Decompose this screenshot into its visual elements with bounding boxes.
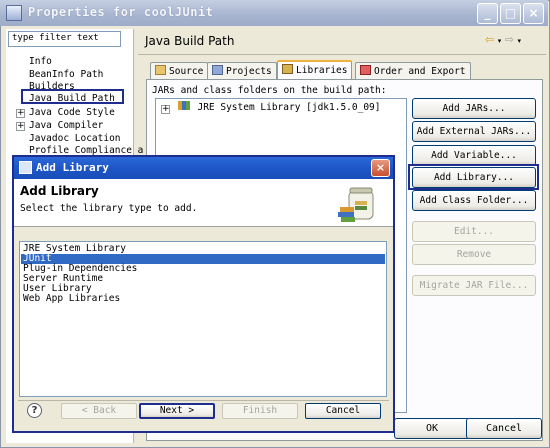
dialog-window-icon (19, 161, 32, 174)
forward-arrow-icon[interactable]: ⇨ (505, 33, 514, 46)
tab-libraries[interactable]: Libraries (277, 60, 353, 80)
add-external-jars-button[interactable]: Add External JARs... (412, 121, 536, 142)
window-title: Properties for coolJUnit (28, 5, 214, 19)
expand-icon[interactable]: + (16, 122, 25, 131)
tree-item-jre-system-library[interactable]: + JRE System Library [jdk1.5.0_09] (161, 101, 381, 114)
add-class-folder-button[interactable]: Add Class Folder... (412, 190, 536, 211)
maximize-icon[interactable]: □ (500, 3, 521, 24)
library-jar-icon (335, 187, 383, 223)
tab-projects[interactable]: Projects (207, 62, 277, 79)
expand-icon[interactable]: + (16, 109, 25, 118)
add-library-button[interactable]: Add Library... (412, 167, 536, 188)
filter-input[interactable]: type filter text (8, 31, 121, 47)
banner-divider (14, 226, 393, 227)
close-icon[interactable]: × (371, 159, 390, 177)
expand-icon[interactable]: + (161, 105, 170, 114)
ok-button[interactable]: OK (394, 418, 470, 439)
dialog-title: Add Library (36, 161, 109, 174)
list-item-jre-system-library[interactable]: JRE System Library (21, 244, 385, 254)
source-folder-icon (155, 65, 166, 75)
edit-button[interactable]: Edit... (412, 221, 536, 242)
header-divider (138, 54, 546, 55)
sidebar-item-java-compiler[interactable]: Java Compiler (29, 120, 103, 132)
dialog-heading: Add Library (20, 184, 99, 198)
tab-order-and-export[interactable]: Order and Export (355, 62, 471, 79)
selected-item-highlight (21, 89, 124, 104)
jars-label: JARs and class folders on the build path… (152, 85, 387, 96)
libraries-icon (282, 64, 293, 74)
order-export-icon (360, 65, 371, 75)
cancel-button[interactable]: Cancel (466, 418, 542, 439)
tree-item-label: JRE System Library [jdk1.5.0_09] (197, 102, 381, 113)
sidebar-item-javadoc-location[interactable]: Javadoc Location (29, 133, 121, 145)
close-icon[interactable]: × (523, 3, 544, 24)
dropdown-icon[interactable]: ▾ (498, 37, 502, 45)
tab-source[interactable]: Source (150, 62, 209, 79)
dialog-cancel-button[interactable]: Cancel (305, 403, 381, 419)
projects-icon (212, 65, 223, 75)
page-title: Java Build Path (145, 34, 235, 48)
finish-button[interactable]: Finish (222, 403, 298, 419)
minimize-icon[interactable]: _ (477, 3, 498, 24)
remove-button[interactable]: Remove (412, 244, 536, 265)
sidebar-item-info[interactable]: Info (29, 56, 52, 68)
help-icon[interactable]: ? (27, 403, 42, 418)
dialog-description: Select the library type to add. (20, 203, 198, 214)
back-button[interactable]: < Back (61, 403, 137, 419)
sidebar-item-java-code-style[interactable]: Java Code Style (29, 107, 115, 119)
back-arrow-icon[interactable]: ⇦ (485, 33, 494, 46)
history-nav: ⇦ ▾ ⇨ ▾ (485, 33, 540, 47)
sidebar-item-beaninfo-path[interactable]: BeanInfo Path (29, 69, 103, 81)
dropdown-icon[interactable]: ▾ (517, 37, 521, 45)
list-item-web-app-libraries[interactable]: Web App Libraries (21, 294, 385, 304)
add-variable-button[interactable]: Add Variable... (412, 145, 536, 166)
button-bar-divider (18, 400, 389, 401)
window-icon (6, 5, 22, 21)
library-icon (177, 101, 190, 110)
add-jars-button[interactable]: Add JARs... (412, 98, 536, 119)
migrate-jar-button[interactable]: Migrate JAR File... (412, 275, 536, 296)
next-button[interactable]: Next > (139, 403, 215, 419)
